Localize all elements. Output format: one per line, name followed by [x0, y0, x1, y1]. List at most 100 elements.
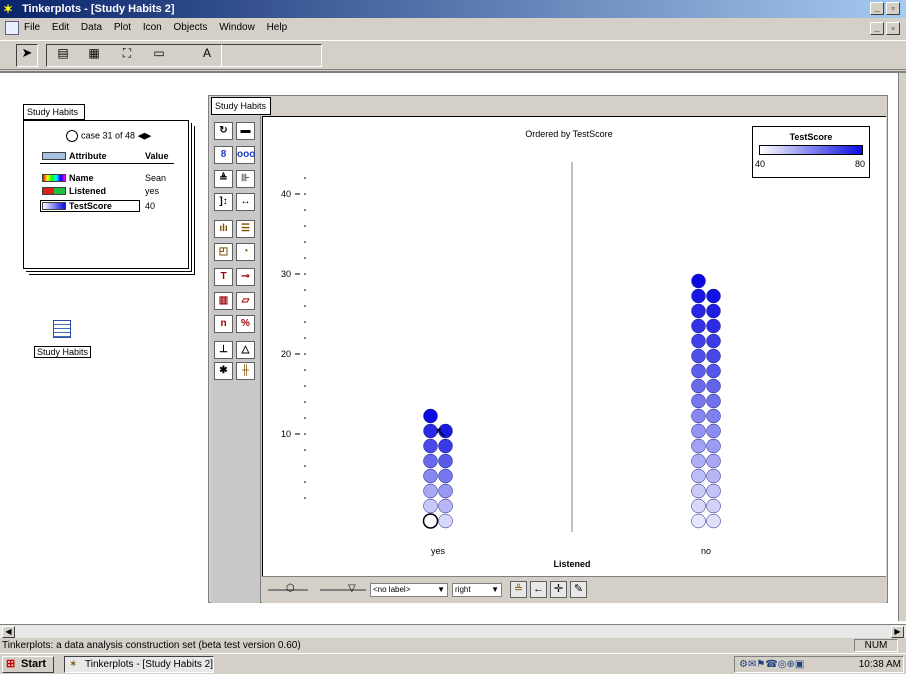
case-dot[interactable]: [691, 498, 706, 514]
case-dot[interactable]: [423, 468, 438, 484]
arrow-left-icon[interactable]: ←: [530, 581, 547, 598]
slider-thumb-2-icon[interactable]: ▽: [348, 583, 356, 594]
stack-horizontal-icon[interactable]: ooo: [236, 146, 255, 164]
case-dot[interactable]: [691, 393, 706, 409]
case-dot[interactable]: [691, 303, 706, 319]
slider-track-2[interactable]: [320, 589, 366, 591]
case-dot[interactable]: [706, 318, 721, 334]
case-dot[interactable]: [423, 483, 438, 499]
start-button[interactable]: ⊞ Start: [2, 656, 54, 673]
case-dot[interactable]: [691, 363, 706, 379]
plot-tab[interactable]: Study Habits: [211, 97, 271, 115]
position-select[interactable]: right ▼: [452, 583, 502, 597]
case-dot-selected[interactable]: [422, 513, 439, 529]
text-icon[interactable]: A: [196, 44, 218, 62]
menu-data[interactable]: Data: [81, 22, 102, 33]
arrow-pointer-icon[interactable]: ➤: [16, 44, 38, 62]
case-navigator[interactable]: case 31 of 48 ◀▶: [66, 130, 151, 142]
case-dot[interactable]: [438, 498, 453, 514]
case-dot[interactable]: [438, 483, 453, 499]
case-dot[interactable]: [691, 273, 706, 289]
minimize-button[interactable]: _: [870, 2, 884, 15]
value-name[interactable]: Sean: [145, 173, 166, 183]
case-dot[interactable]: [706, 348, 721, 364]
case-dot[interactable]: [706, 468, 721, 484]
case-dot[interactable]: [691, 468, 706, 484]
menu-icon[interactable]: Icon: [143, 22, 162, 33]
case-dot[interactable]: [706, 378, 721, 394]
label-select[interactable]: <no label> ▼: [370, 583, 448, 597]
doc-minimize-button[interactable]: _: [870, 22, 884, 35]
slider-thumb-1-icon[interactable]: ⬡: [286, 583, 295, 594]
bar-vertical-icon[interactable]: ılı: [214, 220, 233, 238]
case-dot[interactable]: [706, 513, 721, 529]
case-dot[interactable]: [438, 468, 453, 484]
case-dot[interactable]: [691, 333, 706, 349]
attr-listened[interactable]: Listened: [69, 186, 106, 196]
case-dot[interactable]: [706, 423, 721, 439]
card-tab[interactable]: Study Habits: [23, 104, 85, 120]
case-dot[interactable]: [691, 288, 706, 304]
slider-icon[interactable]: ▭: [148, 44, 170, 62]
taskbar-item-tinkerplots[interactable]: ✶ Tinkerplots - [Study Habits 2]: [64, 656, 214, 673]
value-testscore[interactable]: 40: [145, 201, 155, 211]
reference-vertical-icon[interactable]: T: [214, 268, 233, 286]
case-dot[interactable]: [706, 408, 721, 424]
case-dot[interactable]: [706, 438, 721, 454]
highlight-icon[interactable]: ≗: [510, 581, 527, 598]
case-dot[interactable]: [438, 438, 453, 454]
case-dot[interactable]: [706, 453, 721, 469]
tray-icons[interactable]: ⚙✉⚑☎◎⊕▣: [739, 657, 804, 672]
case-dot[interactable]: [691, 348, 706, 364]
scroll-left-button[interactable]: ◀: [2, 626, 15, 638]
case-dot[interactable]: [706, 303, 721, 319]
pencil-icon[interactable]: ✎: [570, 581, 587, 598]
hat-plot-icon[interactable]: ╫: [236, 362, 255, 380]
axis-vertical-icon[interactable]: ⊥: [214, 341, 233, 359]
case-dot[interactable]: [691, 438, 706, 454]
vertical-scrollbar[interactable]: [898, 73, 906, 621]
value-listened[interactable]: yes: [145, 186, 159, 196]
document-icon[interactable]: [5, 21, 19, 35]
case-dot[interactable]: [691, 453, 706, 469]
case-dot[interactable]: [423, 453, 438, 469]
scroll-right-button[interactable]: ▶: [891, 626, 904, 638]
menu-window[interactable]: Window: [219, 22, 255, 33]
case-dot[interactable]: [438, 453, 453, 469]
case-dot[interactable]: [706, 363, 721, 379]
case-dot[interactable]: [706, 498, 721, 514]
plot-icon[interactable]: ⛶: [116, 44, 138, 62]
table-icon[interactable]: [53, 320, 71, 338]
case-dot[interactable]: [691, 513, 706, 529]
order-right-icon[interactable]: ⊪: [236, 170, 255, 188]
fuse-vertical-icon[interactable]: ]↕: [214, 193, 233, 211]
fuse-horizontal-icon[interactable]: ↔: [236, 193, 255, 211]
order-up-icon[interactable]: ≜: [214, 170, 233, 188]
attr-name[interactable]: Name: [69, 173, 94, 183]
case-dot[interactable]: [691, 408, 706, 424]
chart-svg[interactable]: Ordered by TestScore yes no Listened 10 2…: [263, 117, 887, 577]
asterisk-icon[interactable]: ✱: [214, 362, 233, 380]
case-dot[interactable]: [706, 288, 721, 304]
case-dot[interactable]: [691, 483, 706, 499]
box-plot-icon[interactable]: ◰: [214, 243, 233, 261]
menu-help[interactable]: Help: [267, 22, 288, 33]
case-dot[interactable]: [691, 318, 706, 334]
separate-icon[interactable]: ▬: [236, 122, 255, 140]
divider-vertical-icon[interactable]: ▥: [214, 292, 233, 310]
case-dot[interactable]: [706, 483, 721, 499]
crosshair-icon[interactable]: ✛: [550, 581, 567, 598]
case-dot[interactable]: [706, 333, 721, 349]
case-dot[interactable]: [423, 408, 438, 424]
divider-horizontal-icon[interactable]: ⏥: [236, 292, 255, 310]
case-dot[interactable]: [438, 513, 453, 529]
mix-up-icon[interactable]: ↻: [214, 122, 233, 140]
color-legend[interactable]: TestScore 40 80: [752, 126, 870, 178]
case-dot[interactable]: [706, 393, 721, 409]
doc-restore-button[interactable]: ▫: [886, 22, 900, 35]
menu-edit[interactable]: Edit: [52, 22, 69, 33]
pie-icon[interactable]: ◔: [236, 243, 255, 261]
attr-testscore[interactable]: TestScore: [69, 201, 112, 211]
case-dot[interactable]: [691, 423, 706, 439]
stack-vertical-icon[interactable]: 8: [214, 146, 233, 164]
